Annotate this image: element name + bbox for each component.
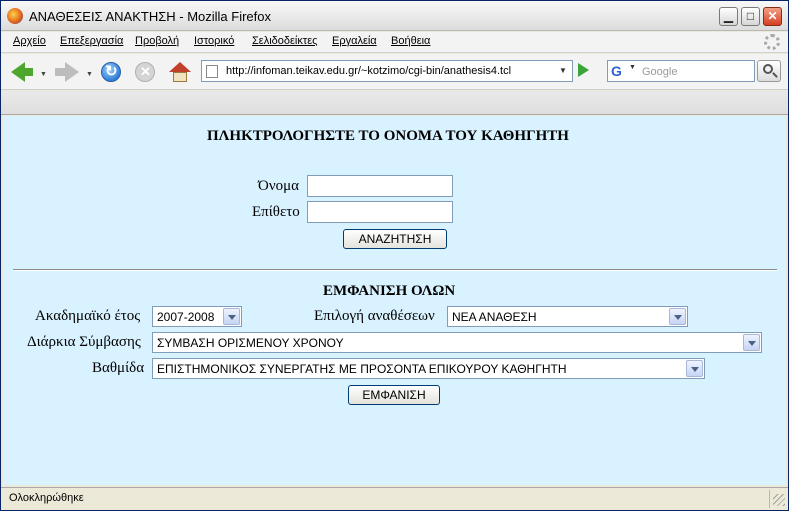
stop-icon bbox=[135, 62, 155, 82]
title-bar: ΑΝΑΘΕΣΕΙΣ ΑΝΑΚΤΗΣΗ - Mozilla Firefox ▁ □… bbox=[1, 1, 788, 31]
chevron-down-icon[interactable] bbox=[743, 334, 760, 351]
last-name-input[interactable] bbox=[307, 201, 453, 223]
activity-throbber-icon bbox=[764, 34, 780, 50]
status-text: Ολοκληρώθηκε bbox=[9, 492, 84, 504]
academic-year-select[interactable]: 2007-2008 bbox=[152, 306, 242, 327]
rank-value: ΕΠΙΣΤΗΜΟΝΙΚΟΣ ΣΥΝΕΡΓΑΤΗΣ ΜΕ ΠΡΟΣΟΝΤΑ ΕΠΙ… bbox=[157, 362, 567, 376]
search-bar[interactable]: G ▼ Google bbox=[607, 60, 755, 82]
rank-select[interactable]: ΕΠΙΣΤΗΜΟΝΙΚΟΣ ΣΥΝΕΡΓΑΤΗΣ ΜΕ ΠΡΟΣΟΝΤΑ ΕΠΙ… bbox=[152, 358, 705, 379]
forward-icon bbox=[65, 62, 79, 82]
stop-button[interactable] bbox=[133, 60, 157, 84]
back-history-dropdown-icon[interactable]: ▼ bbox=[40, 71, 47, 78]
maximize-button[interactable]: □ bbox=[741, 7, 760, 26]
close-button[interactable]: ✕ bbox=[763, 7, 782, 26]
menu-bookmarks[interactable]: Σελιδοδείκτες bbox=[252, 35, 317, 47]
rank-label: Βαθμίδα bbox=[92, 360, 145, 376]
resize-grip-icon[interactable] bbox=[773, 494, 785, 506]
page-favicon-icon bbox=[206, 65, 218, 78]
first-name-label: Όνομα bbox=[258, 178, 300, 194]
go-icon[interactable] bbox=[578, 63, 589, 77]
menu-file[interactable]: Αρχείο bbox=[13, 35, 46, 47]
menu-help[interactable]: Βοήθεια bbox=[391, 35, 430, 47]
status-separator bbox=[769, 490, 770, 508]
first-name-input[interactable] bbox=[307, 175, 453, 197]
assignment-label: Επιλογή αναθέσεων bbox=[314, 308, 435, 324]
menu-bar: Αρχείο Επεξεργασία Προβολή Ιστορικό Σελι… bbox=[1, 32, 788, 53]
forward-icon-tail bbox=[55, 68, 65, 76]
reload-icon bbox=[101, 62, 121, 82]
show-all-heading: ΕΜΦΑΝΙΣΗ ΟΛΩΝ bbox=[323, 283, 456, 299]
assignment-value: ΝΕΑ ΑΝΑΘΕΣΗ bbox=[452, 310, 537, 324]
address-bar[interactable]: http://infoman.teikav.edu.gr/~kotzimo/cg… bbox=[201, 60, 573, 82]
url-history-dropdown-icon[interactable]: ▼ bbox=[556, 63, 570, 79]
show-all-submit-button[interactable]: ΕΜΦΑΝΙΣΗ bbox=[348, 385, 440, 405]
last-name-label: Επίθετο bbox=[252, 204, 300, 220]
search-heading: ΠΛΗΚΤΡΟΛΟΓΗΣΤΕ ΤΟ ΟΝΟΜΑ ΤΟΥ ΚΑΘΗΓΗΤΗ bbox=[207, 128, 569, 144]
academic-year-label: Ακαδημαϊκό έτος bbox=[35, 308, 141, 324]
contract-select[interactable]: ΣΥΜΒΑΣΗ ΟΡΙΣΜΕΝΟΥ ΧΡΟΝΟΥ bbox=[152, 332, 762, 353]
menu-history[interactable]: Ιστορικό bbox=[194, 35, 234, 47]
academic-year-value: 2007-2008 bbox=[157, 310, 215, 324]
firefox-logo-icon bbox=[7, 8, 23, 24]
home-icon bbox=[169, 62, 191, 82]
home-button[interactable] bbox=[167, 60, 191, 84]
status-bar: Ολοκληρώθηκε bbox=[1, 487, 788, 510]
assignment-select[interactable]: ΝΕΑ ΑΝΑΘΕΣΗ bbox=[447, 306, 688, 327]
back-button[interactable] bbox=[9, 60, 33, 84]
chevron-down-icon[interactable] bbox=[223, 308, 240, 325]
reload-button[interactable] bbox=[99, 60, 123, 84]
search-engine-dropdown-icon[interactable]: ▼ bbox=[629, 64, 636, 71]
search-submit-button[interactable]: ΑΝΑΖΗΤΗΣΗ bbox=[343, 229, 447, 249]
browser-window: ΑΝΑΘΕΣΕΙΣ ΑΝΑΚΤΗΣΗ - Mozilla Firefox ▁ □… bbox=[0, 0, 789, 511]
menu-view[interactable]: Προβολή bbox=[135, 35, 179, 47]
page-content: ΠΛΗΚΤΡΟΛΟΓΗΣΤΕ ΤΟ ΟΝΟΜΑ ΤΟΥ ΚΑΘΗΓΗΤΗ Όνο… bbox=[3, 116, 786, 485]
window-title: ΑΝΑΘΕΣΕΙΣ ΑΝΑΚΤΗΣΗ - Mozilla Firefox bbox=[29, 9, 271, 24]
forward-button[interactable] bbox=[55, 60, 79, 84]
search-engine-icon[interactable]: G bbox=[611, 63, 627, 79]
contract-label: Διάρκια Σύμβασης bbox=[27, 334, 141, 350]
chevron-down-icon[interactable] bbox=[686, 360, 703, 377]
url-text[interactable]: http://infoman.teikav.edu.gr/~kotzimo/cg… bbox=[226, 65, 511, 77]
search-button[interactable] bbox=[757, 60, 781, 82]
back-icon-tail bbox=[23, 68, 33, 76]
navigation-toolbar: ▼ ▼ http://infoman.teikav.edu.gr/~kotzim… bbox=[1, 54, 788, 90]
section-divider bbox=[13, 269, 777, 271]
search-input[interactable]: Google bbox=[642, 66, 677, 78]
contract-value: ΣΥΜΒΑΣΗ ΟΡΙΣΜΕΝΟΥ ΧΡΟΝΟΥ bbox=[157, 336, 344, 350]
forward-history-dropdown-icon[interactable]: ▼ bbox=[86, 71, 93, 78]
menu-tools[interactable]: Εργαλεία bbox=[332, 35, 377, 47]
minimize-button[interactable]: ▁ bbox=[719, 7, 738, 26]
bookmarks-toolbar bbox=[1, 91, 788, 115]
chevron-down-icon[interactable] bbox=[669, 308, 686, 325]
menu-edit[interactable]: Επεξεργασία bbox=[60, 35, 123, 47]
